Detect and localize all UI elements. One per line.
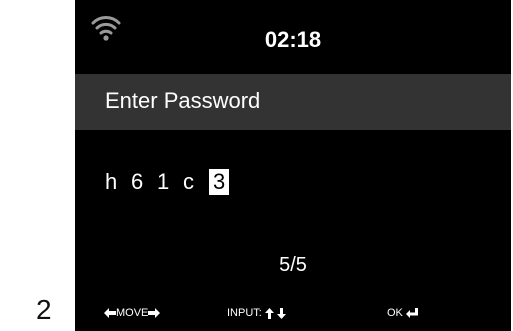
password-char: c [183,169,194,194]
step-number: 2 [36,294,52,325]
password-char: 6 [131,169,144,194]
status-bar: 02:18 [75,0,511,74]
page: 2 02:18 Enter Password h 6 1 c 3 5/5 MOV… [0,0,513,331]
arrow-down-icon [276,307,286,319]
enter-icon [405,308,418,318]
help-move: MOVE [104,306,161,320]
help-move-label: MOVE [116,307,149,319]
arrow-right-icon [148,308,161,318]
device-screen: 02:18 Enter Password h 6 1 c 3 5/5 MOVE [75,0,511,331]
password-cursor-char[interactable]: 3 [209,169,230,195]
arrow-left-icon [104,308,116,318]
password-field[interactable]: h 6 1 c 3 [105,166,230,198]
page-title: Enter Password [105,88,261,113]
arrow-up-icon [264,307,274,319]
help-input: INPUT: [227,306,286,320]
password-char: h [105,169,118,194]
password-char: 1 [157,169,170,194]
page-indicator: 5/5 [279,254,307,276]
title-bar: Enter Password [75,74,511,130]
help-bar: MOVE INPUT: OK [75,306,511,326]
help-ok: OK [387,306,418,320]
help-ok-label: OK [387,307,403,319]
help-input-label: INPUT: [227,307,262,319]
clock: 02:18 [264,27,322,52]
